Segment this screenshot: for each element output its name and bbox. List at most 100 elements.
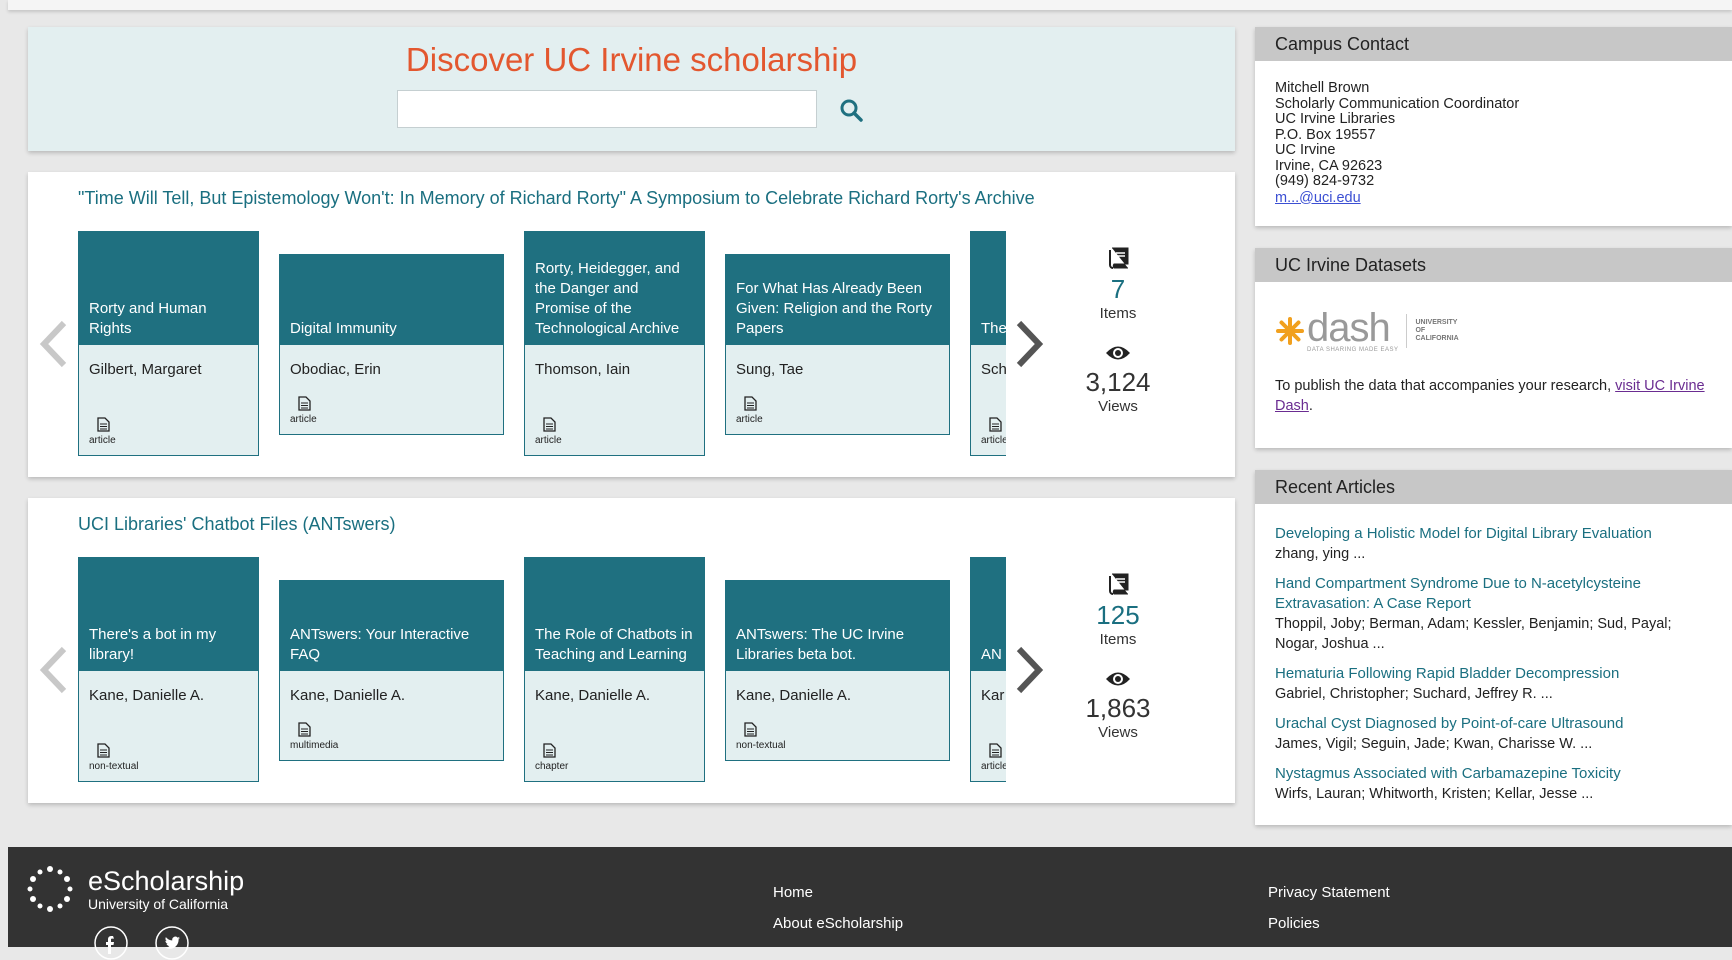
card-type: non-textual (89, 761, 139, 772)
carousel-next-button[interactable] (1013, 317, 1047, 371)
recent-article-authors: zhang, ying ... (1275, 546, 1366, 562)
list-item: Developing a Holistic Model for Digital … (1275, 524, 1712, 564)
card-author: Kane, Danielle A. (535, 687, 651, 704)
card-type: chapter (535, 761, 569, 772)
recent-article-authors: James, Vigil; Seguin, Jade; Kwan, Charis… (1275, 736, 1593, 752)
book-icon (1109, 573, 1129, 595)
chevron-right-icon (1016, 646, 1044, 694)
dash-logo-tagline: DATA SHARING MADE EASY (1307, 347, 1399, 353)
document-icon (744, 396, 757, 411)
item-card[interactable]: ANTswers: The UC Irvine Libraries beta b… (725, 580, 950, 761)
contact-name: Mitchell Brown (1275, 80, 1370, 96)
contact-phone: (949) 824-9732 (1275, 173, 1375, 189)
carousel-prev-button[interactable] (36, 643, 70, 697)
chevron-left-icon (39, 646, 67, 694)
site-footer: eScholarship University of California Ho… (8, 847, 1732, 960)
dash-logo-uc-3: CALIFORNIA (1415, 335, 1459, 342)
datasets-heading: UC Irvine Datasets (1255, 248, 1732, 282)
card-author: Gilbert, Margaret (89, 361, 202, 378)
card-title: The Role of Chatbots in Teaching and Lea… (525, 558, 704, 671)
item-card[interactable]: The Role of Chatbots in Teaching and Lea… (524, 557, 705, 782)
recent-article-link[interactable]: Developing a Holistic Model for Digital … (1275, 524, 1712, 544)
contact-email-link[interactable]: m...@uci.edu (1275, 190, 1361, 206)
document-icon (298, 722, 311, 737)
recent-article-authors: Gabriel, Christopher; Suchard, Jeffrey R… (1275, 686, 1553, 702)
contact-campus: UC Irvine (1275, 142, 1336, 158)
card-title: Rorty and Human Rights (79, 232, 258, 345)
carousel-prev-button[interactable] (36, 317, 70, 371)
items-label: Items (1099, 631, 1137, 648)
card-title: The Ma For Rec (971, 232, 1006, 345)
footer-brand-sub: University of California (88, 896, 229, 912)
document-icon (989, 743, 1002, 758)
dash-logo-uc-2: OF (1415, 327, 1426, 334)
item-card[interactable]: The Ma For Rec Sch article (970, 231, 1006, 456)
recent-article-link[interactable]: Urachal Cyst Diagnosed by Point-of-care … (1275, 714, 1712, 734)
card-title: Digital Immunity (280, 255, 503, 345)
card-author: Obodiac, Erin (290, 361, 381, 378)
list-item: Hematuria Following Rapid Bladder Decomp… (1275, 664, 1712, 704)
items-count: 125 (1096, 600, 1140, 630)
datasets-text: To publish the data that accompanies you… (1275, 378, 1705, 414)
item-card[interactable]: AN inte Kar article (970, 557, 1006, 782)
search-button[interactable] (834, 95, 868, 127)
card-author: Sch (981, 361, 1006, 378)
item-card[interactable]: Digital Immunity Obodiac, Erin article (279, 254, 504, 435)
views-count: 1,863 (1085, 693, 1151, 723)
card-type: article (981, 761, 1006, 772)
series-title-link[interactable]: UCI Libraries' Chatbot Files (ANTswers) (78, 514, 396, 535)
card-title: AN inte (971, 558, 1006, 671)
card-type: article (535, 435, 562, 446)
series-stats: 7 Items 3,124 Views (1073, 247, 1163, 415)
search-input[interactable] (397, 90, 817, 128)
document-icon (97, 743, 110, 758)
item-card[interactable]: ANTswers: Your Interactive FAQ Kane, Dan… (279, 580, 504, 761)
card-author: Kane, Danielle A. (89, 687, 205, 704)
footer-link-home[interactable]: Home (773, 884, 813, 901)
escholarship-logo-icon[interactable] (26, 865, 74, 913)
footer-link-privacy[interactable]: Privacy Statement (1268, 884, 1390, 901)
footer-link-about[interactable]: About eScholarship (773, 915, 903, 932)
card-title: Rorty, Heidegger, and the Danger and Pro… (525, 232, 704, 345)
document-icon (989, 417, 1002, 432)
search-icon (840, 99, 863, 122)
book-icon (1109, 247, 1129, 269)
carousel-next-button[interactable] (1013, 643, 1047, 697)
items-count: 7 (1110, 274, 1126, 304)
card-title: For What Has Already Been Given: Religio… (726, 255, 949, 345)
recent-article-link[interactable]: Nystagmus Associated with Carbamazepine … (1275, 764, 1712, 784)
campus-contact-panel: Campus Contact Mitchell Brown Scholarly … (1255, 27, 1732, 226)
footer-brand[interactable]: eScholarship University of California (88, 867, 244, 913)
dash-logo[interactable]: dash DATA SHARING MADE EASY UNIVERSITY O… (1275, 306, 1712, 356)
recent-article-authors: Thoppil, Joby; Berman, Adam; Kessler, Be… (1275, 616, 1672, 652)
views-label: Views (1098, 724, 1138, 741)
card-type: article (981, 435, 1006, 446)
series-title-link[interactable]: "Time Will Tell, But Epistemology Won't:… (78, 188, 1035, 209)
item-card[interactable]: For What Has Already Been Given: Religio… (725, 254, 950, 435)
recent-article-link[interactable]: Hand Compartment Syndrome Due to N-acety… (1275, 574, 1712, 614)
item-card[interactable]: There's a bot in my library! Kane, Danie… (78, 557, 259, 782)
item-card[interactable]: Rorty, Heidegger, and the Danger and Pro… (524, 231, 705, 456)
card-title: ANTswers: The UC Irvine Libraries beta b… (726, 581, 949, 671)
document-icon (298, 396, 311, 411)
card-type: non-textual (736, 740, 786, 751)
recent-article-link[interactable]: Hematuria Following Rapid Bladder Decomp… (1275, 664, 1712, 684)
views-label: Views (1098, 398, 1138, 415)
list-item: Nystagmus Associated with Carbamazepine … (1275, 764, 1712, 804)
search-hero: Discover UC Irvine scholarship (28, 27, 1235, 151)
eye-icon (1106, 346, 1130, 360)
datasets-panel: UC Irvine Datasets dash DATA SHARING MAD… (1255, 248, 1732, 448)
dash-asterisk-icon (1276, 317, 1304, 345)
facebook-icon[interactable] (94, 926, 128, 960)
card-type: article (736, 414, 763, 425)
contact-role: Scholarly Communication Coordinator (1275, 95, 1520, 112)
recent-articles-heading: Recent Articles (1255, 470, 1732, 504)
item-card[interactable]: Rorty and Human Rights Gilbert, Margaret… (78, 231, 259, 456)
carousel-viewport: There's a bot in my library! Kane, Danie… (78, 557, 1006, 787)
card-type: article (89, 435, 116, 446)
list-item: Urachal Cyst Diagnosed by Point-of-care … (1275, 714, 1712, 754)
document-icon (543, 417, 556, 432)
list-item: Hand Compartment Syndrome Due to N-acety… (1275, 574, 1712, 654)
twitter-icon[interactable] (155, 926, 189, 960)
footer-link-policies[interactable]: Policies (1268, 915, 1320, 932)
